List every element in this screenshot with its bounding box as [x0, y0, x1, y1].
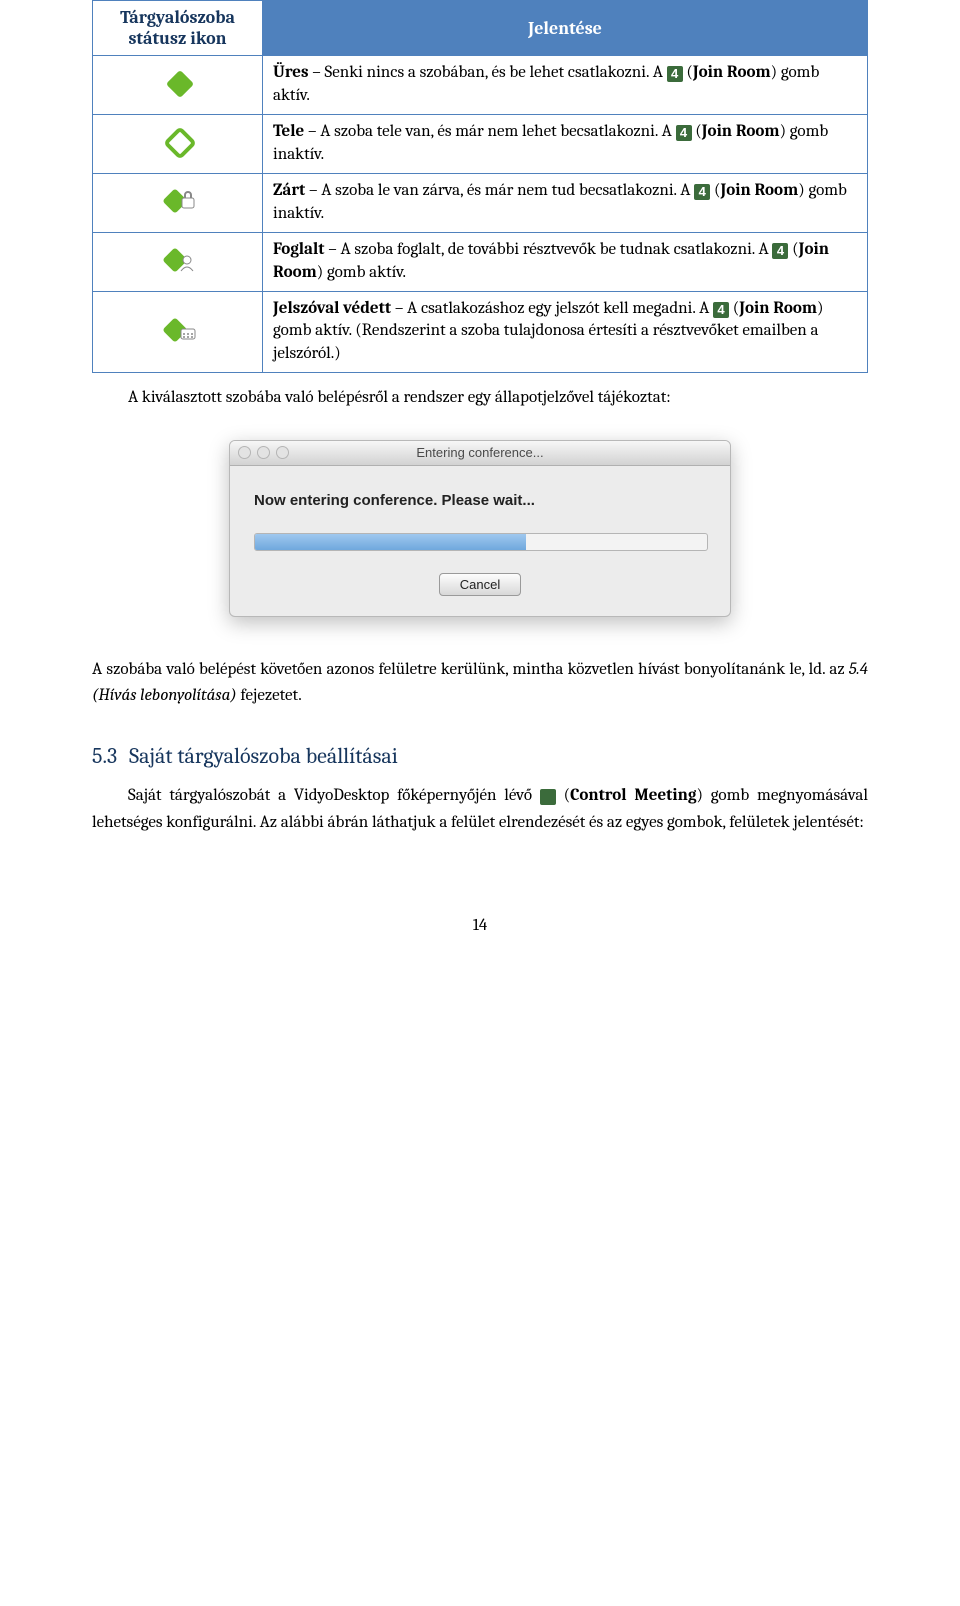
page-number: 14: [92, 916, 868, 935]
paragraph-status-indicator: A kiválasztott szobába való belépésről a…: [92, 385, 868, 411]
join-badge: 4: [772, 243, 788, 259]
status-table: Tárgyalószoba státusz ikon Jelentése Üre…: [92, 0, 868, 373]
table-row: Üres – Senki nincs a szobában, és be leh…: [93, 56, 868, 115]
room-full-icon: [158, 121, 198, 166]
join-badge: 4: [667, 66, 683, 82]
room-occupied-icon-cell: [93, 232, 263, 291]
room-locked-icon-cell: [93, 173, 263, 232]
room-locked-icon: [156, 180, 200, 225]
section-heading: 5.3 Saját tárgyalószoba beállításai: [92, 743, 868, 769]
room-empty-desc: Üres – Senki nincs a szobában, és be leh…: [263, 56, 868, 115]
document-page: Tárgyalószoba státusz ikon Jelentése Üre…: [0, 0, 960, 995]
cancel-button[interactable]: Cancel: [439, 573, 521, 596]
dialog-screenshot: Entering conference... Now entering conf…: [92, 440, 868, 617]
room-occupied-desc: Foglalt – A szoba foglalt, de további ré…: [263, 232, 868, 291]
dialog-titlebar: Entering conference...: [230, 441, 730, 466]
progress-fill: [255, 534, 526, 550]
table-header-icon: Tárgyalószoba státusz ikon: [93, 1, 263, 56]
table-header-meaning: Jelentése: [263, 1, 868, 56]
room-full-icon-cell: [93, 114, 263, 173]
table-row: Foglalt – A szoba foglalt, de további ré…: [93, 232, 868, 291]
row-bold: Jelszóval védett: [273, 299, 391, 318]
window-minimize-icon: [257, 446, 270, 459]
progress-bar: [254, 533, 708, 551]
control-meeting-badge: 2: [540, 789, 556, 805]
paragraph-after-login: A szobába való belépést követően azonos …: [92, 657, 868, 710]
room-password-icon: [156, 309, 200, 354]
row-bold: Zárt: [273, 181, 305, 200]
room-occupied-icon: [156, 239, 200, 284]
heading-number: 5.3: [92, 743, 117, 769]
table-row: Zárt – A szoba le van zárva, és már nem …: [93, 173, 868, 232]
dialog-title: Entering conference...: [230, 445, 730, 460]
room-locked-desc: Zárt – A szoba le van zárva, és már nem …: [263, 173, 868, 232]
entering-conference-dialog: Entering conference... Now entering conf…: [229, 440, 731, 617]
room-password-desc: Jelszóval védett – A csatlakozáshoz egy …: [263, 291, 868, 373]
row-bold: Tele: [273, 122, 304, 141]
room-empty-icon: [158, 62, 198, 107]
room-empty-icon-cell: [93, 56, 263, 115]
heading-title: Saját tárgyalószoba beállításai: [129, 743, 398, 769]
row-bold: Üres: [273, 63, 309, 82]
dialog-message: Now entering conference. Please wait...: [254, 492, 706, 509]
room-full-desc: Tele – A szoba tele van, és már nem lehe…: [263, 114, 868, 173]
row-bold: Foglalt: [273, 240, 324, 259]
room-password-icon-cell: [93, 291, 263, 373]
join-badge: 4: [694, 184, 710, 200]
window-close-icon: [238, 446, 251, 459]
table-row: Jelszóval védett – A csatlakozáshoz egy …: [93, 291, 868, 373]
header-line1: Tárgyalószoba: [120, 7, 235, 28]
header-line2: státusz ikon: [128, 28, 226, 49]
paragraph-own-room: Saját tárgyalószobát a VidyoDesktop főké…: [92, 783, 868, 836]
join-badge: 4: [676, 125, 692, 141]
join-badge: 4: [713, 302, 729, 318]
window-zoom-icon: [276, 446, 289, 459]
table-row: Tele – A szoba tele van, és már nem lehe…: [93, 114, 868, 173]
